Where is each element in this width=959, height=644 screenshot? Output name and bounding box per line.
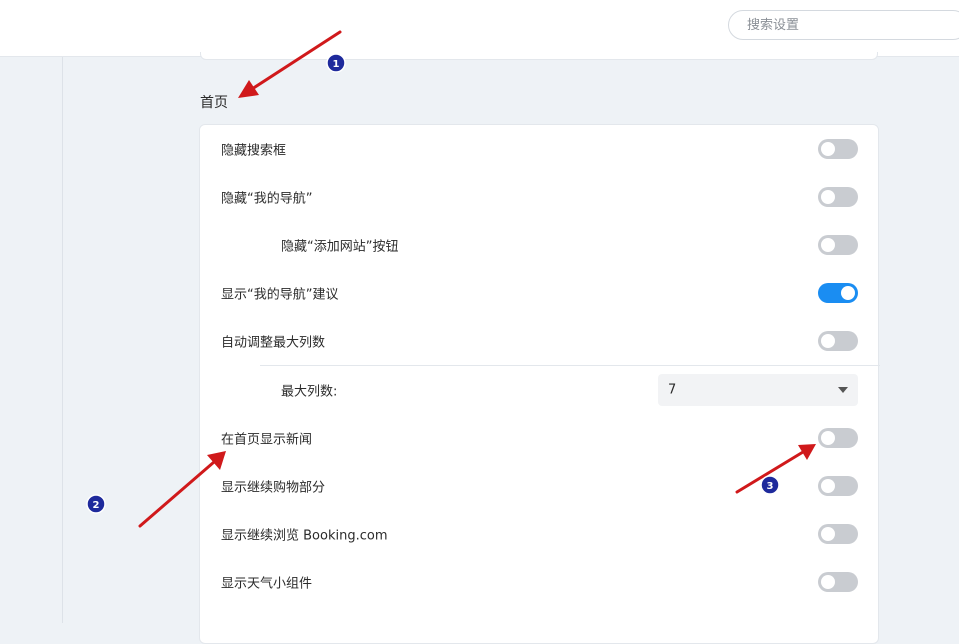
setting-row-hide-my-nav: 隐藏“我的导航” [200, 173, 878, 221]
hide-my-nav-toggle[interactable] [818, 187, 858, 207]
annotation-badge-2: 2 [86, 494, 106, 514]
weather-widget-toggle[interactable] [818, 572, 858, 592]
setting-label: 隐藏“添加网站”按钮 [281, 239, 399, 255]
toggle-knob [821, 238, 835, 252]
setting-label: 在首页显示新闻 [221, 432, 313, 448]
auto-adjust-columns-toggle[interactable] [818, 331, 858, 351]
setting-row-hide-search-box: 隐藏搜索框 [200, 125, 878, 173]
select-value: 7 [668, 382, 677, 398]
setting-row-show-news: 在首页显示新闻 [200, 414, 878, 462]
section-title: 首页 [200, 95, 228, 111]
setting-label: 最大列数: [281, 384, 338, 400]
toggle-knob [821, 190, 835, 204]
previous-card-edge [200, 52, 878, 60]
homepage-settings-card: 隐藏搜索框 隐藏“我的导航” 隐藏“添加网站”按钮 显示“我的导航”建议 自动调… [199, 124, 880, 644]
setting-row-continue-booking: 显示继续浏览 Booking.com [200, 510, 878, 558]
toggle-knob [821, 527, 835, 541]
setting-row-auto-adjust-columns: 自动调整最大列数 [200, 317, 878, 365]
setting-label: 显示继续购物部分 [221, 480, 326, 496]
toggle-knob [821, 431, 835, 445]
setting-row-show-nav-suggestions: 显示“我的导航”建议 [200, 269, 878, 317]
setting-row-max-columns: 最大列数: 7 [200, 366, 878, 414]
setting-row-weather-widget: 显示天气小组件 [200, 558, 878, 606]
hide-add-site-button-toggle[interactable] [818, 235, 858, 255]
toggle-knob [821, 142, 835, 156]
setting-label: 自动调整最大列数 [221, 335, 326, 351]
toggle-knob [821, 334, 835, 348]
toggle-knob [821, 479, 835, 493]
badge-number: 2 [93, 500, 100, 511]
setting-label: 显示天气小组件 [221, 576, 313, 592]
toggle-knob [821, 575, 835, 589]
show-news-toggle[interactable] [818, 428, 858, 448]
setting-row-hide-add-site-button: 隐藏“添加网站”按钮 [200, 221, 878, 269]
hide-search-box-toggle[interactable] [818, 139, 858, 159]
setting-label: 隐藏“我的导航” [221, 191, 313, 207]
setting-label: 显示继续浏览 Booking.com [221, 528, 388, 544]
setting-label: 隐藏搜索框 [221, 143, 287, 159]
badge-number: 1 [333, 59, 340, 70]
continue-booking-toggle[interactable] [818, 524, 858, 544]
search-input[interactable] [729, 11, 959, 39]
setting-row-continue-shopping: 显示继续购物部分 [200, 462, 878, 510]
show-nav-suggestions-toggle[interactable] [818, 283, 858, 303]
max-columns-select[interactable]: 7 [658, 374, 858, 406]
chevron-down-icon [838, 387, 848, 393]
toggle-knob [841, 286, 855, 300]
continue-shopping-toggle[interactable] [818, 476, 858, 496]
top-bar [0, 0, 959, 57]
setting-label: 显示“我的导航”建议 [221, 287, 339, 303]
left-rail-divider [62, 57, 63, 623]
search-box[interactable] [728, 10, 959, 40]
